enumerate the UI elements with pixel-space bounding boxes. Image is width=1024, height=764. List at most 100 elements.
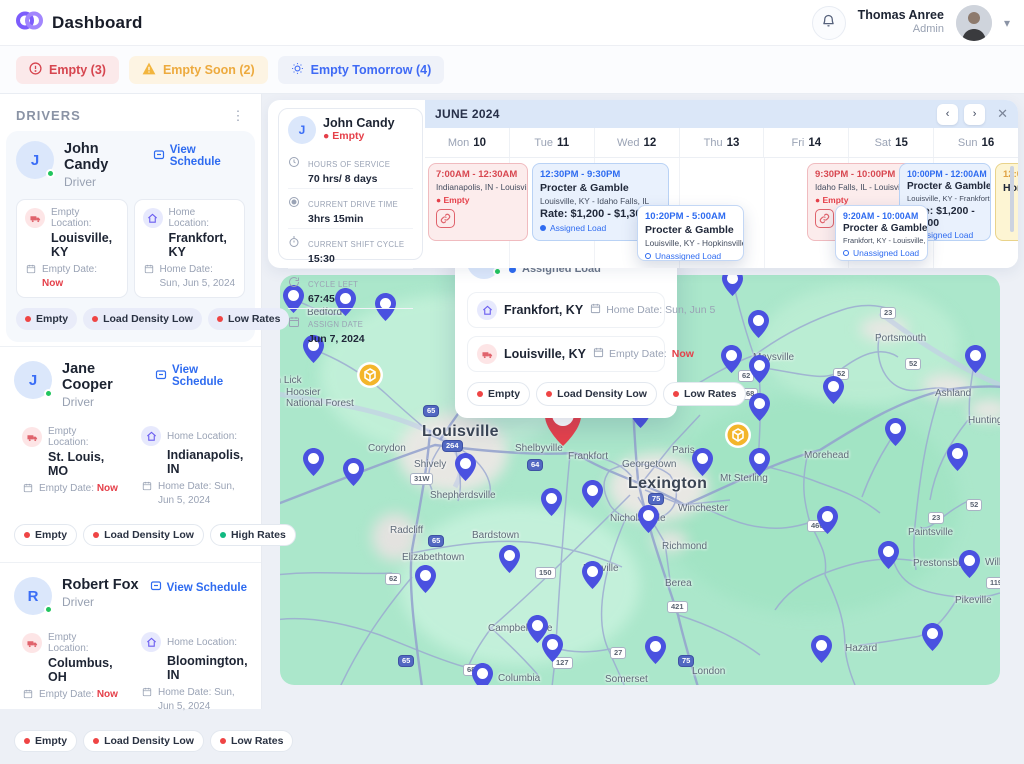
driver-card-robert-fox[interactable]: R Robert Fox Driver View Schedule Empty … bbox=[0, 567, 261, 764]
driver-avatar: J bbox=[14, 361, 52, 399]
map-city-label: Shively bbox=[414, 459, 446, 470]
user-role: Admin bbox=[858, 23, 944, 37]
map-pin[interactable] bbox=[638, 505, 659, 538]
map-city-label: Williamson bbox=[985, 557, 1000, 568]
map-pin[interactable] bbox=[947, 443, 968, 476]
drivers-sidebar: DRIVERS ⋮ J John Candy Driver View Sched… bbox=[0, 94, 262, 709]
top-bar: Dashboard Thomas Anree Admin ▾ bbox=[0, 0, 1024, 46]
road-shield: 27 bbox=[610, 647, 626, 659]
calendar-event-empty[interactable]: 7:00AM - 12:30AM Indianapolis, IN - Loui… bbox=[428, 163, 528, 241]
truck-icon bbox=[22, 427, 42, 447]
user-name: Thomas Anree bbox=[858, 8, 944, 24]
map-pin[interactable] bbox=[645, 636, 666, 669]
empty-location-row: Louisville, KY Empty Date:Now bbox=[467, 336, 665, 372]
calendar-scrollbar[interactable] bbox=[1010, 166, 1014, 232]
map-city-label: Radcliff bbox=[390, 525, 423, 536]
map-city-label: Louisville bbox=[422, 423, 499, 441]
filter-empty[interactable]: Empty (3) bbox=[16, 56, 119, 84]
week-calendar: JUNE 2024 ‹ › ✕ Mon10 Tue11 Wed12 Thu13 … bbox=[425, 100, 1018, 268]
map-pin[interactable] bbox=[823, 376, 844, 409]
map-pin[interactable] bbox=[415, 565, 436, 598]
road-shield: 23 bbox=[880, 307, 896, 319]
status-filter-bar: Empty (3) Empty Soon (2) Empty Tomorrow … bbox=[0, 46, 1024, 94]
map-pin[interactable] bbox=[499, 545, 520, 578]
map-pin[interactable] bbox=[721, 345, 742, 378]
schedule-icon bbox=[155, 369, 167, 384]
truck-icon bbox=[22, 633, 42, 653]
map-pin[interactable] bbox=[817, 506, 838, 539]
schedule-panel: J John Candy ● Empty HOURS OF SERVICE70 … bbox=[268, 100, 1018, 268]
day-header[interactable]: Thu13 bbox=[679, 128, 764, 157]
day-header[interactable]: Wed12 bbox=[594, 128, 679, 157]
day-header[interactable]: Fri14 bbox=[763, 128, 848, 157]
map-pin[interactable] bbox=[748, 310, 769, 343]
home-location-box: Home Location: Bloomington, IN Home Date… bbox=[133, 625, 246, 720]
map-pin[interactable] bbox=[878, 541, 899, 574]
driver-role: Driver bbox=[62, 595, 139, 609]
map-pin[interactable] bbox=[343, 458, 364, 491]
driver-card-john-candy[interactable]: J John Candy Driver View Schedule Empty … bbox=[6, 131, 255, 342]
road-shield: 52 bbox=[966, 499, 982, 511]
status-badge: Low Rates bbox=[663, 382, 747, 406]
map-pin[interactable] bbox=[303, 448, 324, 481]
next-week-button[interactable]: › bbox=[964, 104, 985, 125]
map-pin[interactable] bbox=[455, 453, 476, 486]
chevron-down-icon[interactable]: ▾ bbox=[1004, 16, 1010, 30]
close-icon[interactable]: ✕ bbox=[997, 106, 1008, 122]
map-pin[interactable] bbox=[582, 480, 603, 513]
driver-card-jane-cooper[interactable]: J Jane Cooper Driver View Schedule Empty… bbox=[0, 351, 261, 558]
empty-location-value: Louisville, KY bbox=[51, 231, 119, 259]
calendar-event-unassigned[interactable]: 9:20AM - 10:00AM Procter & Gamble Frankf… bbox=[835, 205, 928, 261]
map-city-label: Bardstown bbox=[472, 530, 519, 541]
filter-empty-soon[interactable]: Empty Soon (2) bbox=[129, 56, 268, 84]
map-pin[interactable] bbox=[922, 623, 943, 656]
map-pin[interactable] bbox=[692, 448, 713, 481]
notifications-button[interactable] bbox=[812, 6, 846, 40]
map-pin[interactable] bbox=[811, 635, 832, 668]
divider bbox=[0, 562, 261, 563]
home-icon bbox=[143, 208, 163, 228]
status-badge: High Rates bbox=[210, 524, 296, 546]
view-schedule-link[interactable]: View Schedule bbox=[155, 364, 247, 388]
load-marker-icon[interactable] bbox=[724, 421, 752, 454]
map-pin[interactable] bbox=[965, 345, 986, 378]
day-header[interactable]: Sun16 bbox=[933, 128, 1018, 157]
home-location-box: Home Location: Frankfort, KY Home Date: … bbox=[134, 199, 246, 298]
map-pin[interactable] bbox=[959, 550, 980, 583]
day-header[interactable]: Sat15 bbox=[848, 128, 933, 157]
map-pin[interactable] bbox=[542, 634, 563, 667]
filter-empty-tomorrow[interactable]: Empty Tomorrow (4) bbox=[278, 56, 445, 84]
view-schedule-link[interactable]: View Schedule bbox=[150, 580, 247, 595]
view-schedule-link[interactable]: View Schedule bbox=[153, 144, 245, 168]
map-pin[interactable] bbox=[749, 448, 770, 481]
road-shield: 64 bbox=[527, 459, 543, 471]
map-pin[interactable] bbox=[885, 418, 906, 451]
link-icon[interactable] bbox=[815, 209, 834, 228]
map-pin[interactable] bbox=[582, 561, 603, 594]
map-pin[interactable] bbox=[749, 355, 770, 388]
map-pin[interactable] bbox=[541, 488, 562, 521]
day-header[interactable]: Tue11 bbox=[509, 128, 594, 157]
home-location-value: Frankfort, KY bbox=[169, 231, 237, 259]
load-marker-icon[interactable] bbox=[356, 361, 384, 394]
kebab-menu-icon[interactable]: ⋮ bbox=[231, 113, 245, 118]
prev-week-button[interactable]: ‹ bbox=[937, 104, 958, 125]
map-pin[interactable] bbox=[472, 663, 493, 685]
calendar-icon bbox=[288, 314, 301, 345]
map-city-label: Morehead bbox=[804, 450, 849, 461]
divider bbox=[0, 346, 261, 347]
calendar-event-home[interactable]: 12:00AM - 12:00AM Home bbox=[995, 163, 1018, 241]
map-pin[interactable] bbox=[722, 275, 743, 301]
map-city-label: Paintsville bbox=[908, 527, 953, 538]
driver-role: Driver bbox=[62, 395, 145, 409]
driver-map-popup[interactable]: Assigned Load Frankfort, KY Home Date: S… bbox=[455, 246, 677, 418]
day-header[interactable]: Mon10 bbox=[425, 128, 509, 157]
link-icon[interactable] bbox=[436, 209, 455, 228]
map-pin[interactable] bbox=[749, 393, 770, 426]
road-shield: 75 bbox=[648, 493, 664, 505]
map-city-label: Hoosier National Forest bbox=[286, 387, 354, 409]
avatar[interactable] bbox=[956, 5, 992, 41]
calendar-event-unassigned[interactable]: 10:20PM - 5:00AM Procter & Gamble Louisv… bbox=[637, 205, 744, 261]
road-shield: 65 bbox=[398, 655, 414, 667]
home-location-box: Home Location: Indianapolis, IN Home Dat… bbox=[133, 419, 246, 514]
